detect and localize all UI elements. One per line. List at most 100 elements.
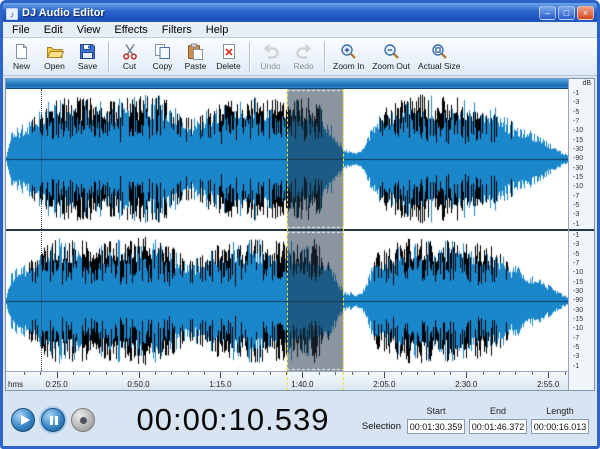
selection-start-handle[interactable] <box>287 89 288 390</box>
selection-end-handle[interactable] <box>343 89 345 390</box>
copy-button[interactable]: Copy <box>146 39 179 74</box>
undo-button: Undo <box>254 39 287 74</box>
redo-icon <box>295 42 313 60</box>
timeline-tick <box>515 372 517 375</box>
paste-button[interactable]: Paste <box>179 39 212 74</box>
db-tick-label: -1 <box>573 232 580 239</box>
db-tick-label: -5 <box>573 108 580 116</box>
open-button[interactable]: Open <box>38 39 71 74</box>
menu-item-edit[interactable]: Edit <box>37 24 70 36</box>
toolbar-button-label: Undo <box>260 61 281 71</box>
record-icon <box>80 416 87 424</box>
playback-cursor <box>40 89 42 371</box>
timeline-tick <box>269 372 271 375</box>
db-tick-label: -10 <box>573 269 584 277</box>
new-button[interactable]: New <box>5 39 38 74</box>
selection-caption: Selection <box>361 421 401 432</box>
timeline-tick <box>72 372 74 375</box>
db-tick-label: -90 <box>573 297 584 305</box>
toolbar-separator <box>249 41 250 72</box>
toolbar-button-label: Zoom In <box>333 61 365 71</box>
scissors-icon <box>122 42 138 60</box>
timeline-unit-label: hms <box>8 380 24 389</box>
timeline-tick <box>253 372 255 375</box>
menu-bar: File Edit View Effects Filters Help <box>3 22 597 38</box>
redo-button: Redo <box>287 39 320 74</box>
db-tick-label: -5 <box>573 202 580 210</box>
delete-icon <box>221 42 237 60</box>
selection-start-value[interactable]: 00:01:30.359 <box>407 419 465 434</box>
minimize-button[interactable]: – <box>539 5 556 20</box>
menu-item-help[interactable]: Help <box>199 24 236 36</box>
db-tick-label: -30 <box>573 306 584 314</box>
timeline-tick <box>417 372 419 375</box>
timeline-tick <box>482 372 484 375</box>
db-tick-label: -3 <box>573 241 580 249</box>
selection-length-label: Length <box>546 405 574 416</box>
db-ruler-title: dB <box>582 80 591 87</box>
db-scale-right: -1 -3 -5 -7 -10 -15 -30 -90 -30 -15 -10 -7 -5 -3 -1 <box>569 231 594 371</box>
timeline-tick <box>56 372 58 378</box>
timeline-tick <box>171 372 173 375</box>
db-tick-label: -3 <box>573 211 580 219</box>
transport-controls <box>11 407 117 432</box>
db-tick-label: -1 <box>573 90 580 97</box>
timeline-tick <box>204 372 206 375</box>
app-window: ♪ DJ Audio Editor – □ × File Edit View Effe… <box>0 0 600 449</box>
db-tick-label: -15 <box>573 136 584 144</box>
db-tick-label: -15 <box>573 316 584 324</box>
toolbar-button-label: Cut <box>122 61 137 71</box>
play-button[interactable] <box>11 407 35 432</box>
zoom-in-icon <box>340 42 357 60</box>
timeline-label: 2:30.0 <box>455 380 478 389</box>
zoom-out-button[interactable]: Zoom Out <box>368 39 414 74</box>
toolbar-button-label: Save <box>77 61 98 71</box>
toolbar: New Open Save Cut Copy Paste Delete Undo Redo Zoo… <box>3 38 597 76</box>
zoom-in-button[interactable]: Zoom In <box>329 39 368 74</box>
timeline-tick <box>236 372 238 375</box>
timeline-tick <box>433 372 435 375</box>
toolbar-button-label: Redo <box>293 61 314 71</box>
db-tick-label: -3 <box>573 353 580 361</box>
menu-item-filters[interactable]: Filters <box>155 24 199 36</box>
save-button[interactable]: Save <box>71 39 104 74</box>
menu-item-effects[interactable]: Effects <box>107 24 154 36</box>
db-tick-label: -10 <box>573 183 584 191</box>
timeline-tick <box>187 372 189 375</box>
selection-end-value[interactable]: 00:01:46.372 <box>469 419 527 434</box>
timeline-tick <box>40 372 42 375</box>
db-tick-label: -30 <box>573 164 584 172</box>
db-tick-label: -30 <box>573 146 584 154</box>
toolbar-button-label: Open <box>44 61 65 71</box>
timeline-label: 1:40.0 <box>291 380 314 389</box>
timeline-tick <box>499 372 501 375</box>
toolbar-button-label: Actual Size <box>417 61 461 71</box>
overview-bar[interactable] <box>6 79 568 89</box>
timeline-tick <box>23 372 25 375</box>
pause-icon <box>50 415 53 425</box>
maximize-button[interactable]: □ <box>558 5 575 20</box>
menu-item-view[interactable]: View <box>70 24 108 36</box>
app-icon: ♪ <box>5 7 19 20</box>
toolbar-button-label: Copy <box>152 61 173 71</box>
time-display: 00:00:10.539 <box>136 401 330 437</box>
pause-button[interactable] <box>41 407 65 432</box>
actual-size-icon <box>431 42 448 60</box>
title-bar: ♪ DJ Audio Editor – □ × <box>3 3 597 22</box>
selection-length-value[interactable]: 00:00:16.013 <box>531 419 589 434</box>
timeline-tick <box>105 372 107 375</box>
svg-text:♪: ♪ <box>10 9 15 19</box>
timeline-tick <box>367 372 369 375</box>
selection-panel: Start End Length Selection 00:01:30.359 00:01… <box>353 405 589 435</box>
actual-size-button[interactable]: Actual Size <box>414 39 465 74</box>
close-button[interactable]: × <box>577 5 594 20</box>
delete-button[interactable]: Delete <box>212 39 245 74</box>
db-tick-label: -10 <box>573 325 584 333</box>
db-ruler: dB -1 -3 -5 -7 -10 -15 -30 -90 -30 -15 -10 -7 -5 -3 -1… <box>568 79 594 390</box>
db-tick-label: -15 <box>573 278 584 286</box>
db-tick-label: -5 <box>573 250 580 258</box>
cut-button[interactable]: Cut <box>113 39 146 74</box>
menu-item-file[interactable]: File <box>5 24 37 36</box>
selection-end-label: End <box>489 405 506 416</box>
db-tick-label: -30 <box>573 288 584 296</box>
